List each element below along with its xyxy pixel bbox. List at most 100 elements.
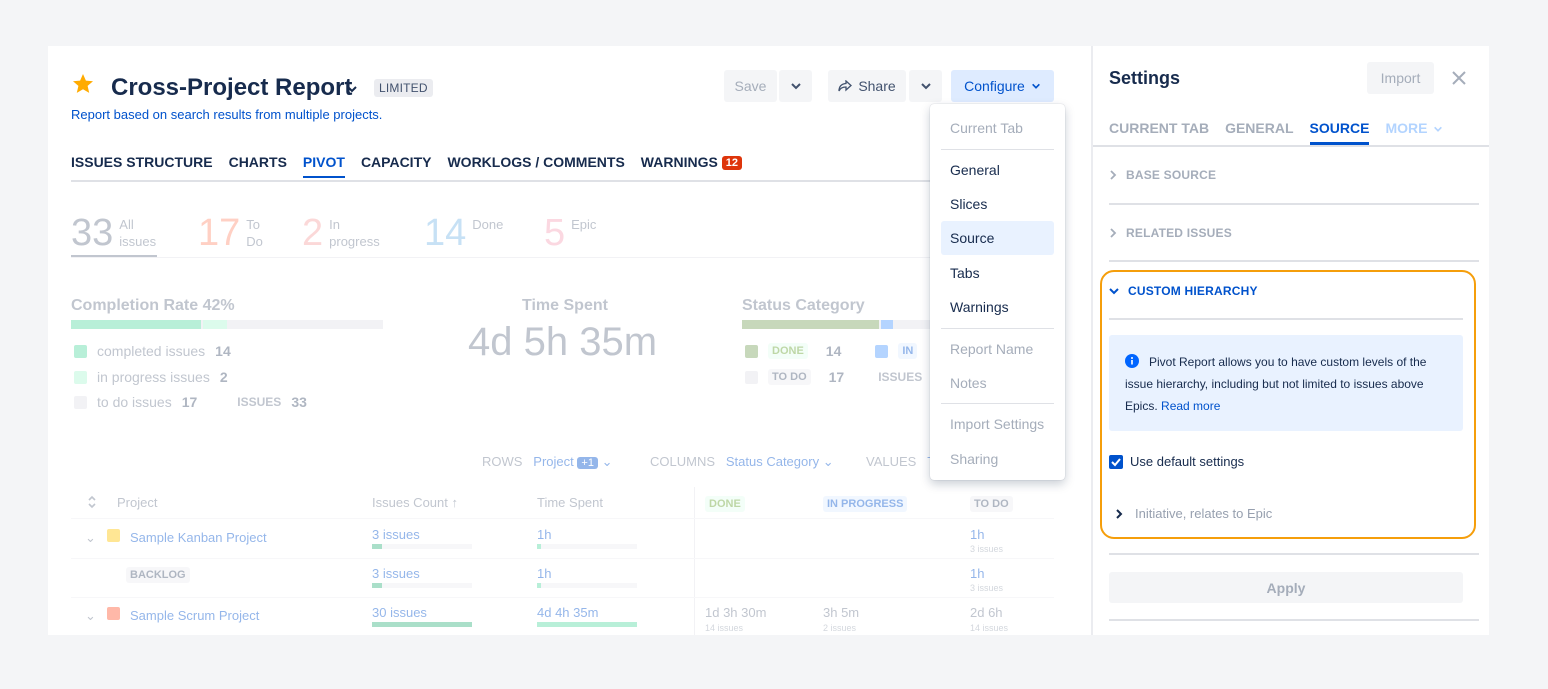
menu-item-warnings[interactable]: Warnings	[941, 290, 1054, 324]
chevron-down-icon[interactable]: ⌄	[85, 530, 96, 546]
backlog-badge: BACKLOG	[126, 567, 190, 583]
th-project[interactable]: Project	[117, 495, 157, 510]
columns-control[interactable]: COLUMNS Status Category ⌄	[650, 454, 834, 470]
th-issues-count[interactable]: Issues Count ↑	[372, 495, 458, 510]
stat-to-do[interactable]: 17 To Do	[198, 214, 263, 252]
chevron-down-icon[interactable]: ⌄	[85, 608, 96, 624]
count-link[interactable]: 30 issues	[372, 605, 427, 620]
initiative-level-item[interactable]: Initiative, relates to Epic	[1115, 506, 1272, 521]
share-dropdown-button[interactable]	[909, 70, 942, 102]
menu-item-sharing[interactable]: Sharing	[941, 442, 1054, 476]
todo-value[interactable]: 1h	[970, 566, 984, 581]
legend-swatch	[74, 370, 87, 384]
th-todo-pill: TO DO	[970, 496, 1013, 512]
th-to-do[interactable]: TO DO	[970, 495, 1013, 512]
share-icon	[838, 80, 853, 92]
rows-control[interactable]: ROWS Project +1 ⌄	[482, 454, 612, 470]
project-link[interactable]: Sample Scrum Project	[130, 608, 259, 623]
done-value[interactable]: 1d 3h 30m	[705, 605, 766, 620]
menu-item-current-tab[interactable]: Current Tab	[941, 111, 1054, 145]
stat-epic[interactable]: 5 Epic	[544, 214, 596, 252]
completion-rate-title: Completion Rate 42%	[71, 297, 235, 315]
accordion-base-source[interactable]: BASE SOURCE	[1109, 168, 1216, 182]
settings-tab-more[interactable]: MORE	[1385, 120, 1443, 145]
status-pill-done: DONE	[768, 343, 808, 359]
tab-warnings[interactable]: WARNINGS 12	[641, 154, 743, 178]
accordion-divider	[1109, 318, 1463, 320]
tab-worklogs-comments[interactable]: WORKLOGS / COMMENTS	[447, 154, 624, 178]
settings-tab-general[interactable]: GENERAL	[1225, 120, 1293, 145]
save-dropdown-button[interactable]	[779, 70, 812, 102]
accordion-related-issues[interactable]: RELATED ISSUES	[1109, 226, 1232, 240]
use-default-checkbox[interactable]	[1109, 455, 1123, 469]
star-icon[interactable]	[71, 72, 95, 96]
count-link[interactable]: 3 issues	[372, 527, 420, 542]
configure-button[interactable]: Configure	[951, 70, 1054, 102]
menu-item-general[interactable]: General	[941, 153, 1054, 187]
th-time-spent[interactable]: Time Spent	[537, 495, 603, 510]
menu-item-report-name[interactable]: Report Name	[941, 332, 1054, 366]
time-bar	[537, 583, 637, 588]
legend-swatch	[74, 344, 87, 358]
info-message: Pivot Report allows you to have custom l…	[1125, 351, 1455, 417]
share-button[interactable]: Share	[828, 70, 906, 102]
status-legend-done: DONE 14 IN	[745, 343, 918, 359]
read-more-link[interactable]: Read more	[1161, 399, 1220, 413]
accordion-custom-hierarchy[interactable]: CUSTOM HIERARCHY	[1109, 284, 1258, 298]
settings-tab-source[interactable]: SOURCE	[1309, 120, 1370, 145]
menu-item-import-settings[interactable]: Import Settings	[941, 407, 1054, 441]
stat-in-progress[interactable]: 2 In progress	[302, 214, 380, 252]
menu-item-slices[interactable]: Slices	[941, 187, 1054, 221]
stat-all-issues[interactable]: 33 All issues	[71, 214, 156, 252]
stat-label: To	[246, 217, 261, 232]
count-link[interactable]: 3 issues	[372, 566, 420, 581]
tab-issues-structure[interactable]: ISSUES STRUCTURE	[71, 154, 213, 178]
import-button[interactable]: Import	[1367, 62, 1434, 94]
legend-swatch	[875, 344, 889, 358]
tab-capacity[interactable]: CAPACITY	[361, 154, 432, 178]
tab-charts[interactable]: CHARTS	[229, 154, 287, 178]
tabs-divider	[71, 180, 954, 182]
columns-value: Status Category	[725, 454, 820, 469]
time-link[interactable]: 1h	[537, 527, 551, 542]
apply-button[interactable]: Apply	[1109, 572, 1463, 603]
project-link[interactable]: Sample Kanban Project	[130, 530, 267, 545]
th-in-progress[interactable]: IN PROGRESS	[823, 495, 908, 512]
settings-panel: Settings Import CURRENT TAB GENERAL SOUR…	[1091, 46, 1489, 635]
columns-label: COLUMNS	[650, 454, 716, 469]
warnings-count-badge: 12	[721, 156, 743, 170]
time-link[interactable]: 1h	[537, 566, 551, 581]
values-control[interactable]: VALUES Ti	[866, 454, 938, 469]
completion-bar-inprogress	[203, 320, 227, 329]
share-label: Share	[858, 78, 896, 94]
todo-value[interactable]: 2d 6h	[970, 605, 1003, 620]
completion-bar-done	[71, 320, 201, 329]
todo-value[interactable]: 1h	[970, 527, 984, 542]
time-link[interactable]: 4d 4h 35m	[537, 605, 598, 620]
close-icon[interactable]	[1450, 69, 1468, 87]
tab-pivot[interactable]: PIVOT	[302, 154, 345, 178]
menu-item-source[interactable]: Source	[941, 221, 1054, 255]
use-default-label[interactable]: Use default settings	[1130, 454, 1244, 469]
legend-issues-label: ISSUES	[878, 370, 923, 384]
menu-item-tabs[interactable]: Tabs	[941, 256, 1054, 290]
inprogress-value[interactable]: 3h 5m	[823, 605, 859, 620]
arrow-up-icon: ↑	[451, 495, 459, 510]
stat-done[interactable]: 14 Done	[424, 214, 503, 252]
save-button[interactable]: Save	[724, 70, 777, 102]
legend-swatch	[745, 344, 758, 358]
sort-toggle-icon[interactable]	[87, 495, 97, 509]
stat-number: 17	[198, 212, 241, 254]
page-subtitle: Report based on search results from mult…	[71, 107, 383, 122]
chevron-right-icon	[1110, 228, 1117, 238]
menu-divider	[941, 149, 1054, 150]
menu-item-notes[interactable]: Notes	[941, 366, 1054, 400]
chevron-down-icon[interactable]	[346, 83, 358, 95]
done-sub: 14 issues	[705, 623, 744, 633]
th-done[interactable]: DONE	[705, 495, 745, 512]
stat-label: In	[329, 217, 340, 232]
legend-value: 17	[828, 369, 845, 385]
report-main: Cross-Project Report LIMITED Report base…	[48, 46, 1090, 635]
inprogress-sub: 2 issues	[823, 623, 857, 633]
settings-tab-current-tab[interactable]: CURRENT TAB	[1109, 120, 1209, 145]
